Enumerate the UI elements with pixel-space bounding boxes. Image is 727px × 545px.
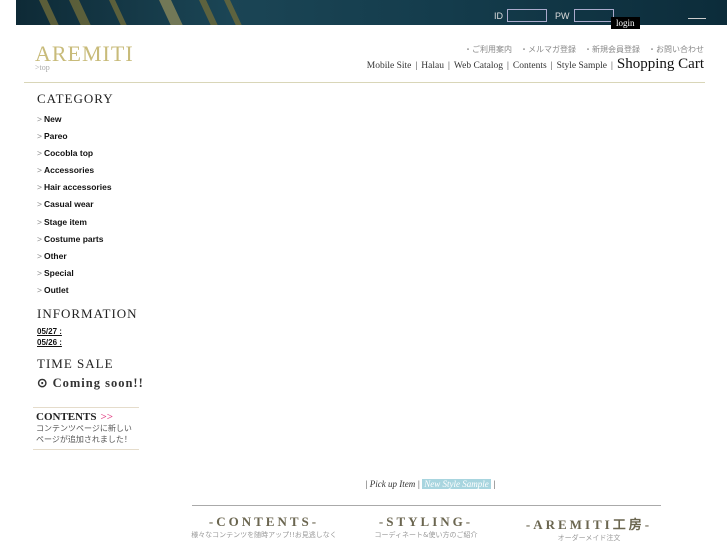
- sublink-register[interactable]: ・新規会員登録: [584, 44, 640, 55]
- double-chevron-icon: >>: [100, 411, 114, 423]
- category-item[interactable]: > Casual wear: [37, 199, 112, 216]
- category-item[interactable]: > Cocobla top: [37, 148, 112, 165]
- footer-contents[interactable]: -CONTENTS- 様々なコンテンツを随時アップ!!お見逃しなく: [184, 514, 344, 540]
- footer-aremiti-kobo[interactable]: -AREMITI工房- オーダーメイド注文: [509, 514, 669, 543]
- category-item[interactable]: > Costume parts: [37, 234, 112, 251]
- info-item[interactable]: 05/26 :: [37, 338, 85, 347]
- category-item[interactable]: > Accessories: [37, 165, 112, 182]
- timesale-heading: TIME SALE: [37, 356, 114, 371]
- category-item[interactable]: > Special: [37, 268, 112, 285]
- category-item[interactable]: > New: [37, 114, 112, 131]
- top-link[interactable]: >top: [35, 63, 50, 72]
- pw-input[interactable]: [573, 9, 614, 22]
- category-item[interactable]: > Hair accessories: [37, 182, 112, 199]
- sub-links: ・ご利用案内 ・メルマガ登録 ・新規会員登録 ・お問い合わせ: [464, 44, 704, 55]
- id-label: ID: [494, 10, 503, 21]
- category-item[interactable]: > Other: [37, 251, 112, 268]
- category-item[interactable]: > Pareo: [37, 131, 112, 148]
- new-style-sample-tab[interactable]: New Style Sample: [422, 479, 491, 489]
- information-heading: INFORMATION: [37, 306, 138, 321]
- clock-icon: ⊙: [37, 376, 53, 390]
- logo[interactable]: AREMITI: [35, 41, 134, 67]
- contents-desc: コンテンツページに新しいページが追加されました！: [36, 424, 132, 444]
- login-button[interactable]: login: [611, 17, 640, 29]
- nav-contents[interactable]: Contents: [513, 61, 547, 71]
- main-nav: Mobile Site | Halau | Web Catalog | Content…: [366, 56, 704, 73]
- pickup-item-tab[interactable]: Pick up Item: [370, 479, 415, 489]
- info-item[interactable]: 05/27 :: [37, 327, 95, 336]
- pw-label: PW: [555, 10, 570, 21]
- divider: [24, 82, 705, 83]
- sublink-guide[interactable]: ・ご利用案内: [464, 44, 512, 55]
- footer-styling[interactable]: -STYLING- コーディネート&使い方のご紹介: [346, 514, 506, 540]
- category-list: > New > Pareo > Cocobla top > Accessories > H…: [37, 114, 112, 302]
- contents-box[interactable]: CONTENTS >> コンテンツページに新しいページが追加されました！: [33, 407, 139, 450]
- nav-shopping-cart[interactable]: Shopping Cart: [617, 56, 704, 73]
- contents-title: CONTENTS: [36, 411, 97, 423]
- sublink-contact[interactable]: ・お問い合わせ: [648, 44, 704, 55]
- category-item[interactable]: > Outlet: [37, 285, 112, 302]
- pickup-tabs: | Pick up Item | New Style Sample |: [365, 479, 496, 489]
- coming-soon: ⊙ Coming soon!!: [37, 376, 144, 390]
- sublink-newsletter[interactable]: ・メルマガ登録: [520, 44, 576, 55]
- id-input[interactable]: [507, 9, 547, 22]
- category-heading: CATEGORY: [37, 91, 114, 106]
- nav-mobile-site[interactable]: Mobile Site: [367, 61, 412, 71]
- nav-halau[interactable]: Halau: [421, 61, 444, 71]
- divider: [688, 18, 706, 19]
- nav-web-catalog[interactable]: Web Catalog: [454, 61, 503, 71]
- category-item[interactable]: > Stage item: [37, 217, 112, 234]
- nav-style-sample[interactable]: Style Sample: [557, 61, 607, 71]
- login-form: ID PW: [494, 9, 614, 22]
- divider: [192, 505, 661, 506]
